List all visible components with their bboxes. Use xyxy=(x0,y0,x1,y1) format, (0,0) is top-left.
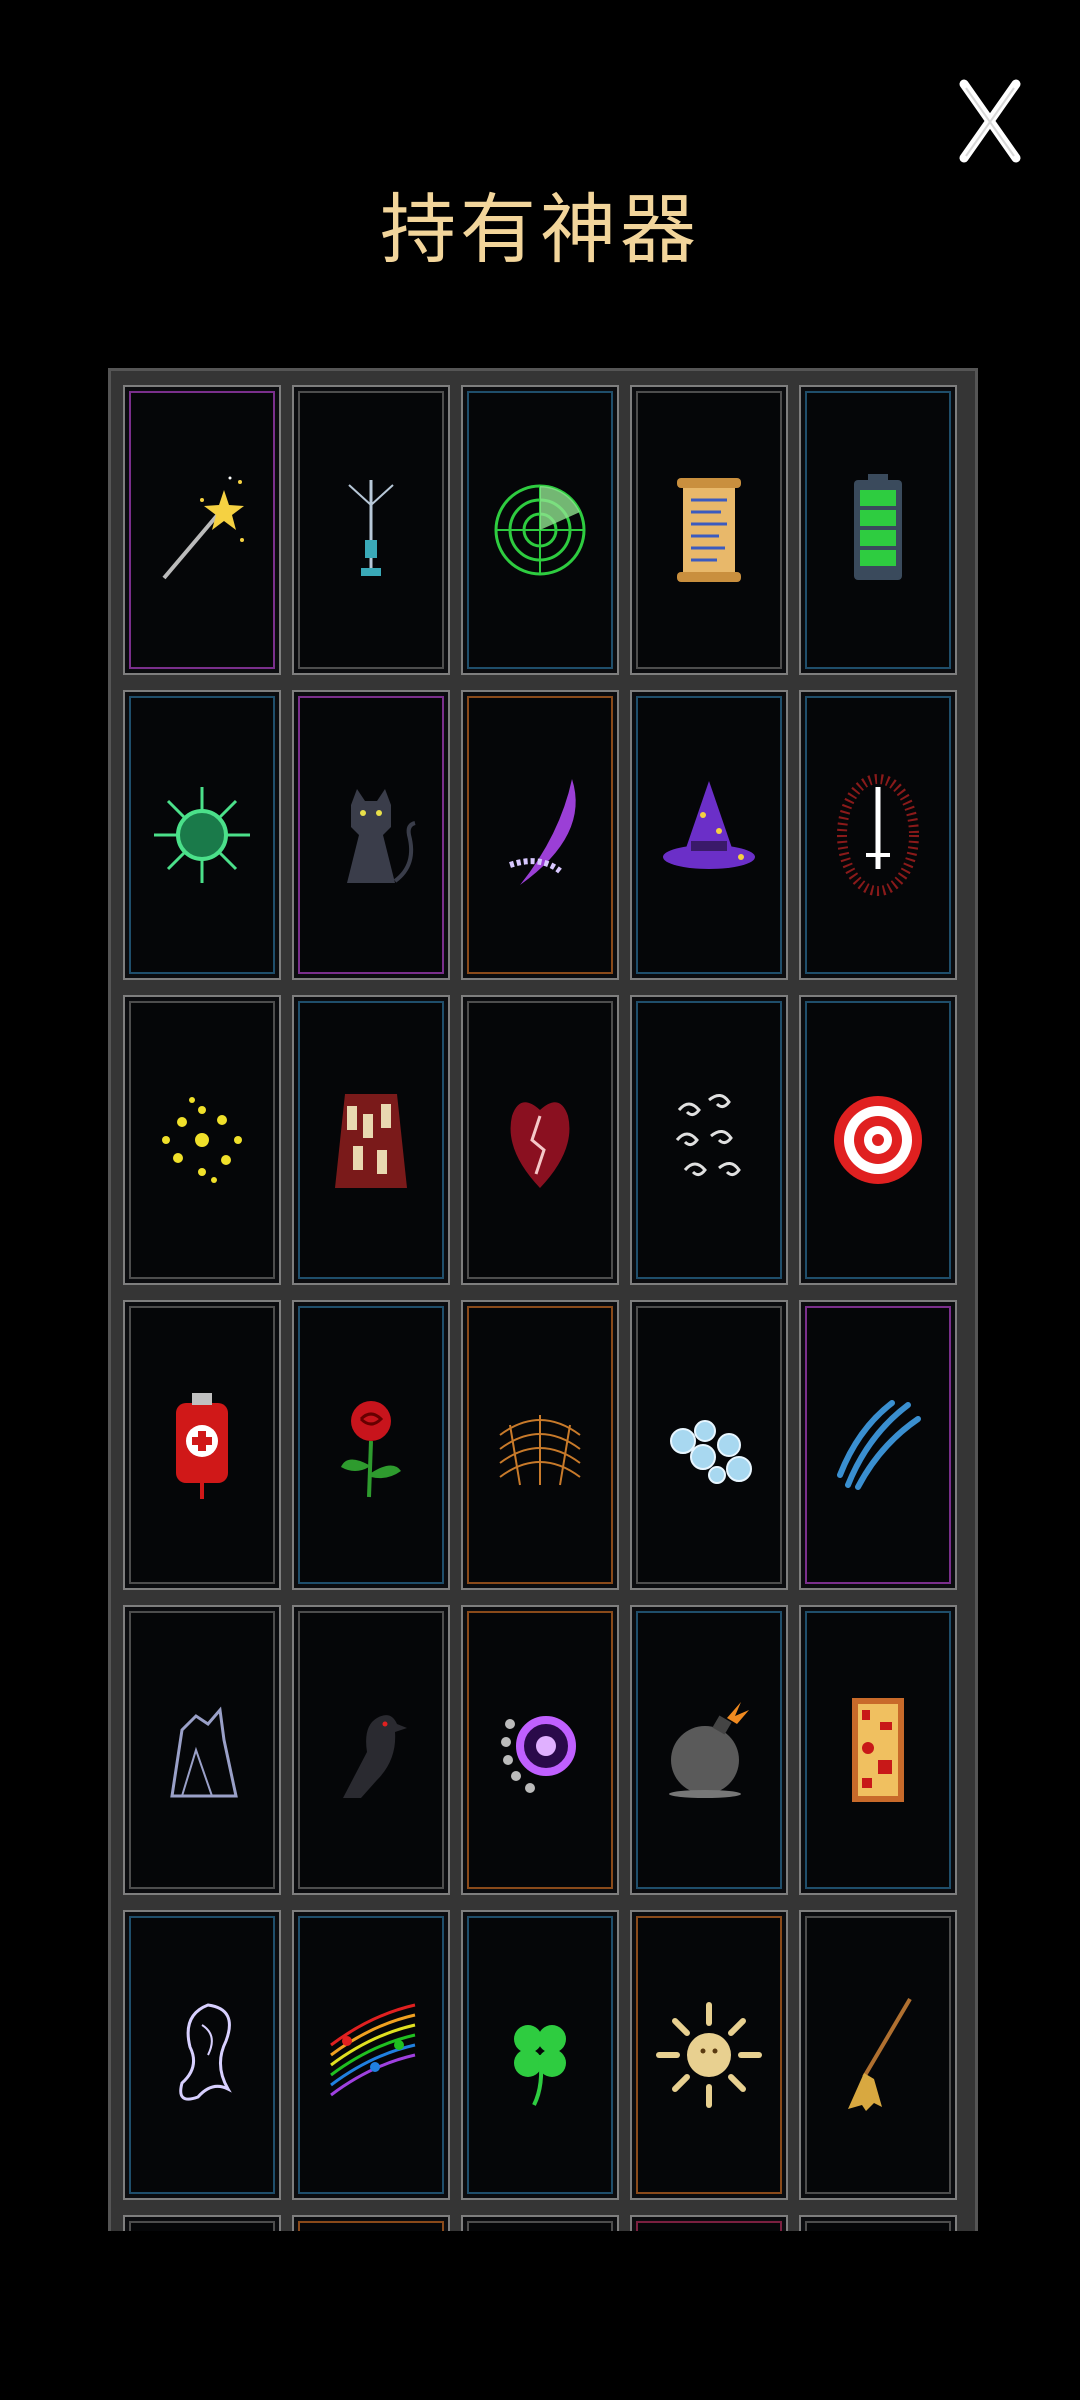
artifact-card[interactable] xyxy=(630,1605,788,1895)
artifact-card[interactable] xyxy=(292,385,450,675)
artifact-card[interactable] xyxy=(292,1300,450,1590)
artifact-icon xyxy=(463,2217,617,2231)
artifact-icon xyxy=(632,2217,786,2231)
talisman-robe-icon xyxy=(294,997,448,1283)
yellow-spores-icon xyxy=(125,997,279,1283)
ghost-wolf-icon xyxy=(125,1607,279,1893)
artifact-card[interactable] xyxy=(630,690,788,980)
crow-icon xyxy=(294,1607,448,1893)
artifact-card[interactable] xyxy=(799,2215,957,2231)
artifact-card[interactable] xyxy=(292,1605,450,1895)
broom-icon xyxy=(801,1912,955,2198)
artifact-card[interactable] xyxy=(123,385,281,675)
artifact-card[interactable] xyxy=(799,385,957,675)
artifact-icon xyxy=(294,2217,448,2231)
artifact-card[interactable] xyxy=(123,1605,281,1895)
artifact-card[interactable] xyxy=(461,1910,619,2200)
music-notes-icon xyxy=(294,1912,448,2198)
artifact-card[interactable] xyxy=(461,385,619,675)
artifact-card[interactable] xyxy=(292,690,450,980)
bomb-icon xyxy=(632,1607,786,1893)
feather-quill-icon xyxy=(801,1302,955,1588)
ghost-spirit-icon xyxy=(125,1912,279,2198)
close-icon[interactable] xyxy=(950,76,1030,166)
artifact-card[interactable] xyxy=(799,1605,957,1895)
artifact-card[interactable] xyxy=(123,995,281,1285)
artifact-card[interactable] xyxy=(123,690,281,980)
artifact-card[interactable] xyxy=(292,2215,450,2231)
artifact-card[interactable] xyxy=(461,1300,619,1590)
wind-swirl-icon xyxy=(632,997,786,1283)
purple-scythe-icon xyxy=(463,692,617,978)
artifact-card[interactable] xyxy=(630,385,788,675)
artifact-card[interactable] xyxy=(799,1300,957,1590)
void-portal-icon xyxy=(463,1607,617,1893)
orange-web-icon xyxy=(463,1302,617,1588)
circuit-tablet-icon xyxy=(801,1607,955,1893)
black-cat-icon xyxy=(294,692,448,978)
artifact-board xyxy=(108,368,978,2231)
four-leaf-clover-icon xyxy=(463,1912,617,2198)
artifact-card[interactable] xyxy=(123,2215,281,2231)
blood-bag-icon xyxy=(125,1302,279,1588)
bubbles-icon xyxy=(632,1302,786,1588)
artifact-card[interactable] xyxy=(123,1910,281,2200)
radar-icon xyxy=(463,387,617,673)
blood-heart-icon xyxy=(463,997,617,1283)
battery-icon xyxy=(801,387,955,673)
artifact-card[interactable] xyxy=(630,995,788,1285)
artifact-card[interactable] xyxy=(123,1300,281,1590)
witch-hat-icon xyxy=(632,692,786,978)
artifact-icon xyxy=(801,2217,955,2231)
artifact-card[interactable] xyxy=(799,995,957,1285)
artifact-card[interactable] xyxy=(630,1910,788,2200)
page-title: 持有神器 xyxy=(380,185,700,274)
artifact-card[interactable] xyxy=(799,690,957,980)
artifact-card[interactable] xyxy=(630,1300,788,1590)
red-sword-icon xyxy=(801,692,955,978)
virus-icon xyxy=(125,692,279,978)
antenna-tower-icon xyxy=(294,387,448,673)
artifact-grid xyxy=(123,385,957,2231)
artifact-card[interactable] xyxy=(292,1910,450,2200)
artifact-card[interactable] xyxy=(630,2215,788,2231)
magic-wand-icon xyxy=(125,387,279,673)
artifact-card[interactable] xyxy=(461,2215,619,2231)
scroll-icon xyxy=(632,387,786,673)
artifact-card[interactable] xyxy=(292,995,450,1285)
artifact-icon xyxy=(125,2217,279,2231)
target-icon xyxy=(801,997,955,1283)
artifact-card[interactable] xyxy=(461,995,619,1285)
artifact-card[interactable] xyxy=(461,690,619,980)
red-rose-icon xyxy=(294,1302,448,1588)
artifact-card[interactable] xyxy=(799,1910,957,2200)
sun-icon xyxy=(632,1912,786,2198)
artifact-card[interactable] xyxy=(461,1605,619,1895)
artifact-collection-screen: 持有神器 xyxy=(0,0,1080,2400)
